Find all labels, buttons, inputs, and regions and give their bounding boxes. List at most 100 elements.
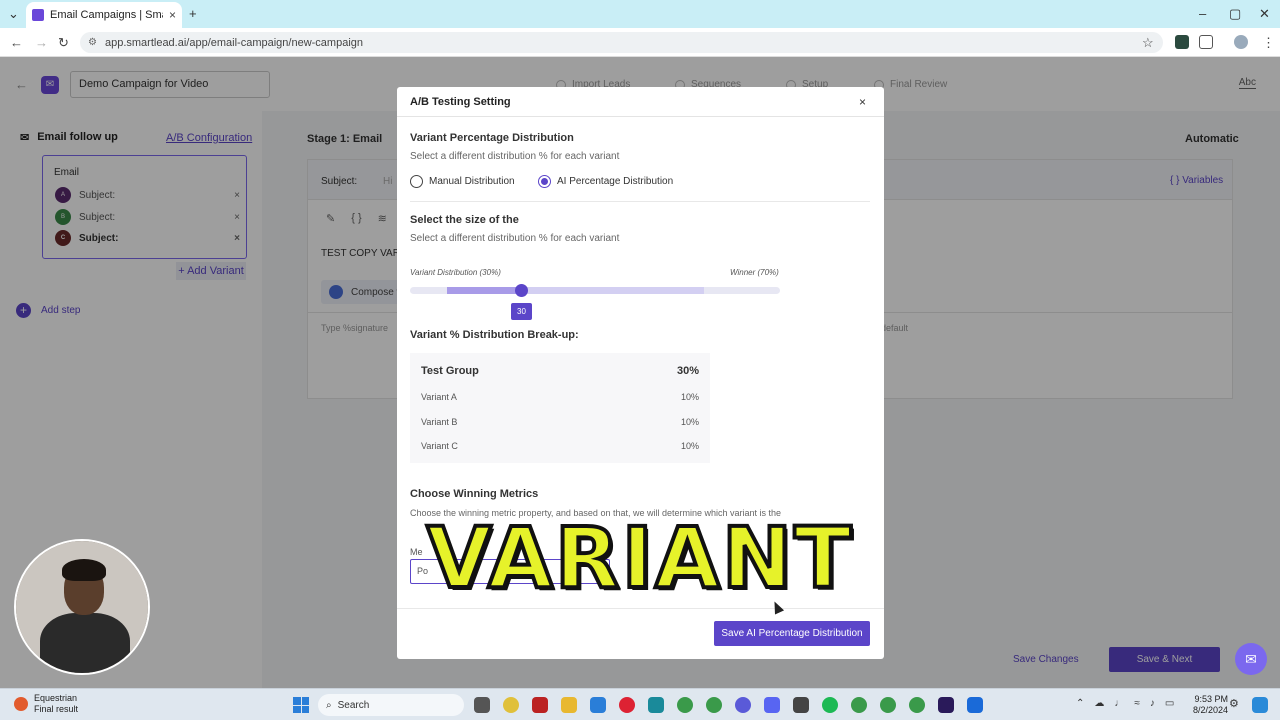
manual-distribution-radio[interactable]: Manual Distribution [410, 175, 515, 188]
modal-header: A/B Testing Setting × [397, 87, 884, 117]
distribution-section-sub: Select a different distribution % for ea… [410, 151, 620, 162]
radio-icon [410, 175, 423, 188]
slider-winner-range [521, 287, 704, 294]
variant-percent: 10% [680, 392, 699, 402]
search-label: Search [337, 699, 370, 711]
chrome-icon[interactable] [851, 697, 867, 713]
clock-time: 9:53 PM [1194, 694, 1229, 704]
weather-widget[interactable]: Equestrian Final result [14, 693, 78, 715]
bookmark-star-icon[interactable]: ☆ [1142, 35, 1154, 51]
breakup-title: Variant % Distribution Break-up: [410, 329, 579, 341]
taskbar-clock[interactable]: 9:53 PM 8/2/2024 [1193, 694, 1228, 716]
breakup-header-row: Test Group 30% [421, 365, 699, 377]
windows-taskbar: Equestrian Final result ⌕ Search ⌃ ☁ ♩ ≈ … [0, 688, 1280, 720]
reload-icon[interactable]: ↻ [58, 35, 69, 51]
profile-avatar-icon[interactable] [1234, 35, 1248, 49]
app-icon[interactable] [967, 697, 983, 713]
close-tab-icon[interactable]: × [169, 8, 176, 22]
close-window-icon[interactable]: ✕ [1259, 6, 1270, 22]
breakup-row: Variant C 10% [421, 441, 699, 451]
minimize-icon[interactable]: – [1199, 6, 1206, 21]
group-percent: 30% [676, 365, 699, 377]
url-bar[interactable]: ⚙ app.smartlead.ai/app/email-campaign/ne… [80, 32, 1163, 53]
chevron-up-icon[interactable]: ⌃ [1076, 698, 1084, 709]
premiere-icon[interactable] [938, 697, 954, 713]
chrome-icon[interactable] [880, 697, 896, 713]
tab-title: Email Campaigns | Smartlead [50, 9, 163, 21]
group-name: Test Group [421, 365, 479, 377]
extensions-puzzle-icon[interactable] [1199, 35, 1213, 49]
ai-distribution-radio[interactable]: AI Percentage Distribution [538, 175, 673, 188]
chrome-icon[interactable] [706, 697, 722, 713]
slider-right-label: Winner (70%) [730, 268, 779, 277]
app-icon[interactable] [532, 697, 548, 713]
system-tray: ⌃ ☁ ♩ ≈ ♪ ▭ [1076, 698, 1174, 709]
distribution-section-title: Variant Percentage Distribution [410, 132, 574, 144]
variant-percent: 10% [680, 441, 699, 451]
tab-menu-icon[interactable]: ⌄ [8, 6, 19, 22]
opera-icon[interactable] [619, 697, 635, 713]
radio-selected-icon [538, 175, 551, 188]
slider-thumb[interactable] [515, 284, 528, 297]
browser-menu-icon[interactable]: ⋮ [1262, 35, 1275, 51]
back-icon[interactable]: ← [10, 35, 23, 50]
browser-tab-bar: ⌄ Email Campaigns | Smartlead × + – ▢ ✕ [0, 0, 1280, 28]
address-bar-row: ← → ↻ ⚙ app.smartlead.ai/app/email-campa… [0, 28, 1280, 57]
forward-icon[interactable]: → [35, 35, 48, 50]
taskbar-search[interactable]: ⌕ Search [318, 694, 464, 716]
windows-start-icon[interactable] [293, 697, 309, 713]
smartlead-favicon-icon [32, 9, 44, 21]
winning-metrics-title: Choose Winning Metrics [410, 488, 539, 500]
breakup-table: Test Group 30% Variant A 10% Variant B 1… [410, 353, 710, 463]
microphone-icon[interactable]: ♩ [1114, 698, 1124, 709]
close-modal-icon[interactable]: × [859, 95, 866, 109]
slack-icon[interactable] [793, 697, 809, 713]
app-icon[interactable] [503, 697, 519, 713]
cloud-icon[interactable]: ☁ [1094, 698, 1104, 709]
file-explorer-icon[interactable] [561, 697, 577, 713]
breakup-row: Variant B 10% [421, 417, 699, 427]
discord-icon[interactable] [764, 697, 780, 713]
slider-left-label: Variant Distribution (30%) [410, 268, 501, 277]
variant-name: Variant B [421, 417, 458, 427]
search-icon: ⌕ [326, 699, 332, 711]
slider-filled-range [447, 287, 521, 294]
edge-icon[interactable] [648, 697, 664, 713]
clock-date: 8/2/2024 [1193, 705, 1229, 715]
weather-icon [14, 697, 28, 711]
copilot-icon[interactable] [1252, 697, 1268, 713]
settings-gear-icon[interactable]: ⚙ [1229, 697, 1245, 713]
volume-icon[interactable]: ♪ [1150, 698, 1155, 709]
variant-name: Variant C [421, 441, 458, 451]
task-view-icon[interactable] [474, 697, 490, 713]
radio-label: Manual Distribution [429, 176, 515, 187]
size-section-title: Select the size of the [410, 214, 519, 226]
restore-icon[interactable]: ▢ [1229, 6, 1241, 22]
slider-value-tooltip: 30 [511, 303, 532, 320]
todo-icon[interactable] [590, 697, 606, 713]
url-text: app.smartlead.ai/app/email-campaign/new-… [104, 36, 363, 49]
chrome-icon[interactable] [909, 697, 925, 713]
spotify-icon[interactable] [822, 697, 838, 713]
radio-label: AI Percentage Distribution [557, 176, 674, 187]
chat-support-icon[interactable]: ✉ [1235, 643, 1267, 675]
weather-text: Equestrian Final result [34, 693, 79, 714]
browser-tab[interactable]: Email Campaigns | Smartlead × [26, 2, 182, 28]
extension-icon[interactable] [1175, 35, 1189, 49]
new-tab-icon[interactable]: + [189, 6, 197, 21]
webcam-person-body [40, 613, 130, 673]
site-info-icon[interactable]: ⚙ [88, 37, 97, 48]
video-caption-overlay: VARIANT [425, 508, 854, 608]
messenger-icon[interactable] [735, 697, 751, 713]
variant-percent: 10% [680, 417, 699, 427]
size-section-sub: Select a different distribution % for ea… [410, 233, 620, 244]
webcam-person-hair [62, 559, 106, 581]
modal-footer-divider [397, 608, 884, 609]
wifi-icon[interactable]: ≈ [1134, 698, 1140, 709]
webcam-overlay [14, 539, 150, 675]
chrome-icon[interactable] [677, 697, 693, 713]
save-ai-distribution-button[interactable]: Save AI Percentage Distribution [714, 621, 870, 646]
breakup-row: Variant A 10% [421, 392, 699, 402]
modal-title: A/B Testing Setting [410, 96, 511, 108]
battery-icon[interactable]: ▭ [1165, 698, 1174, 709]
